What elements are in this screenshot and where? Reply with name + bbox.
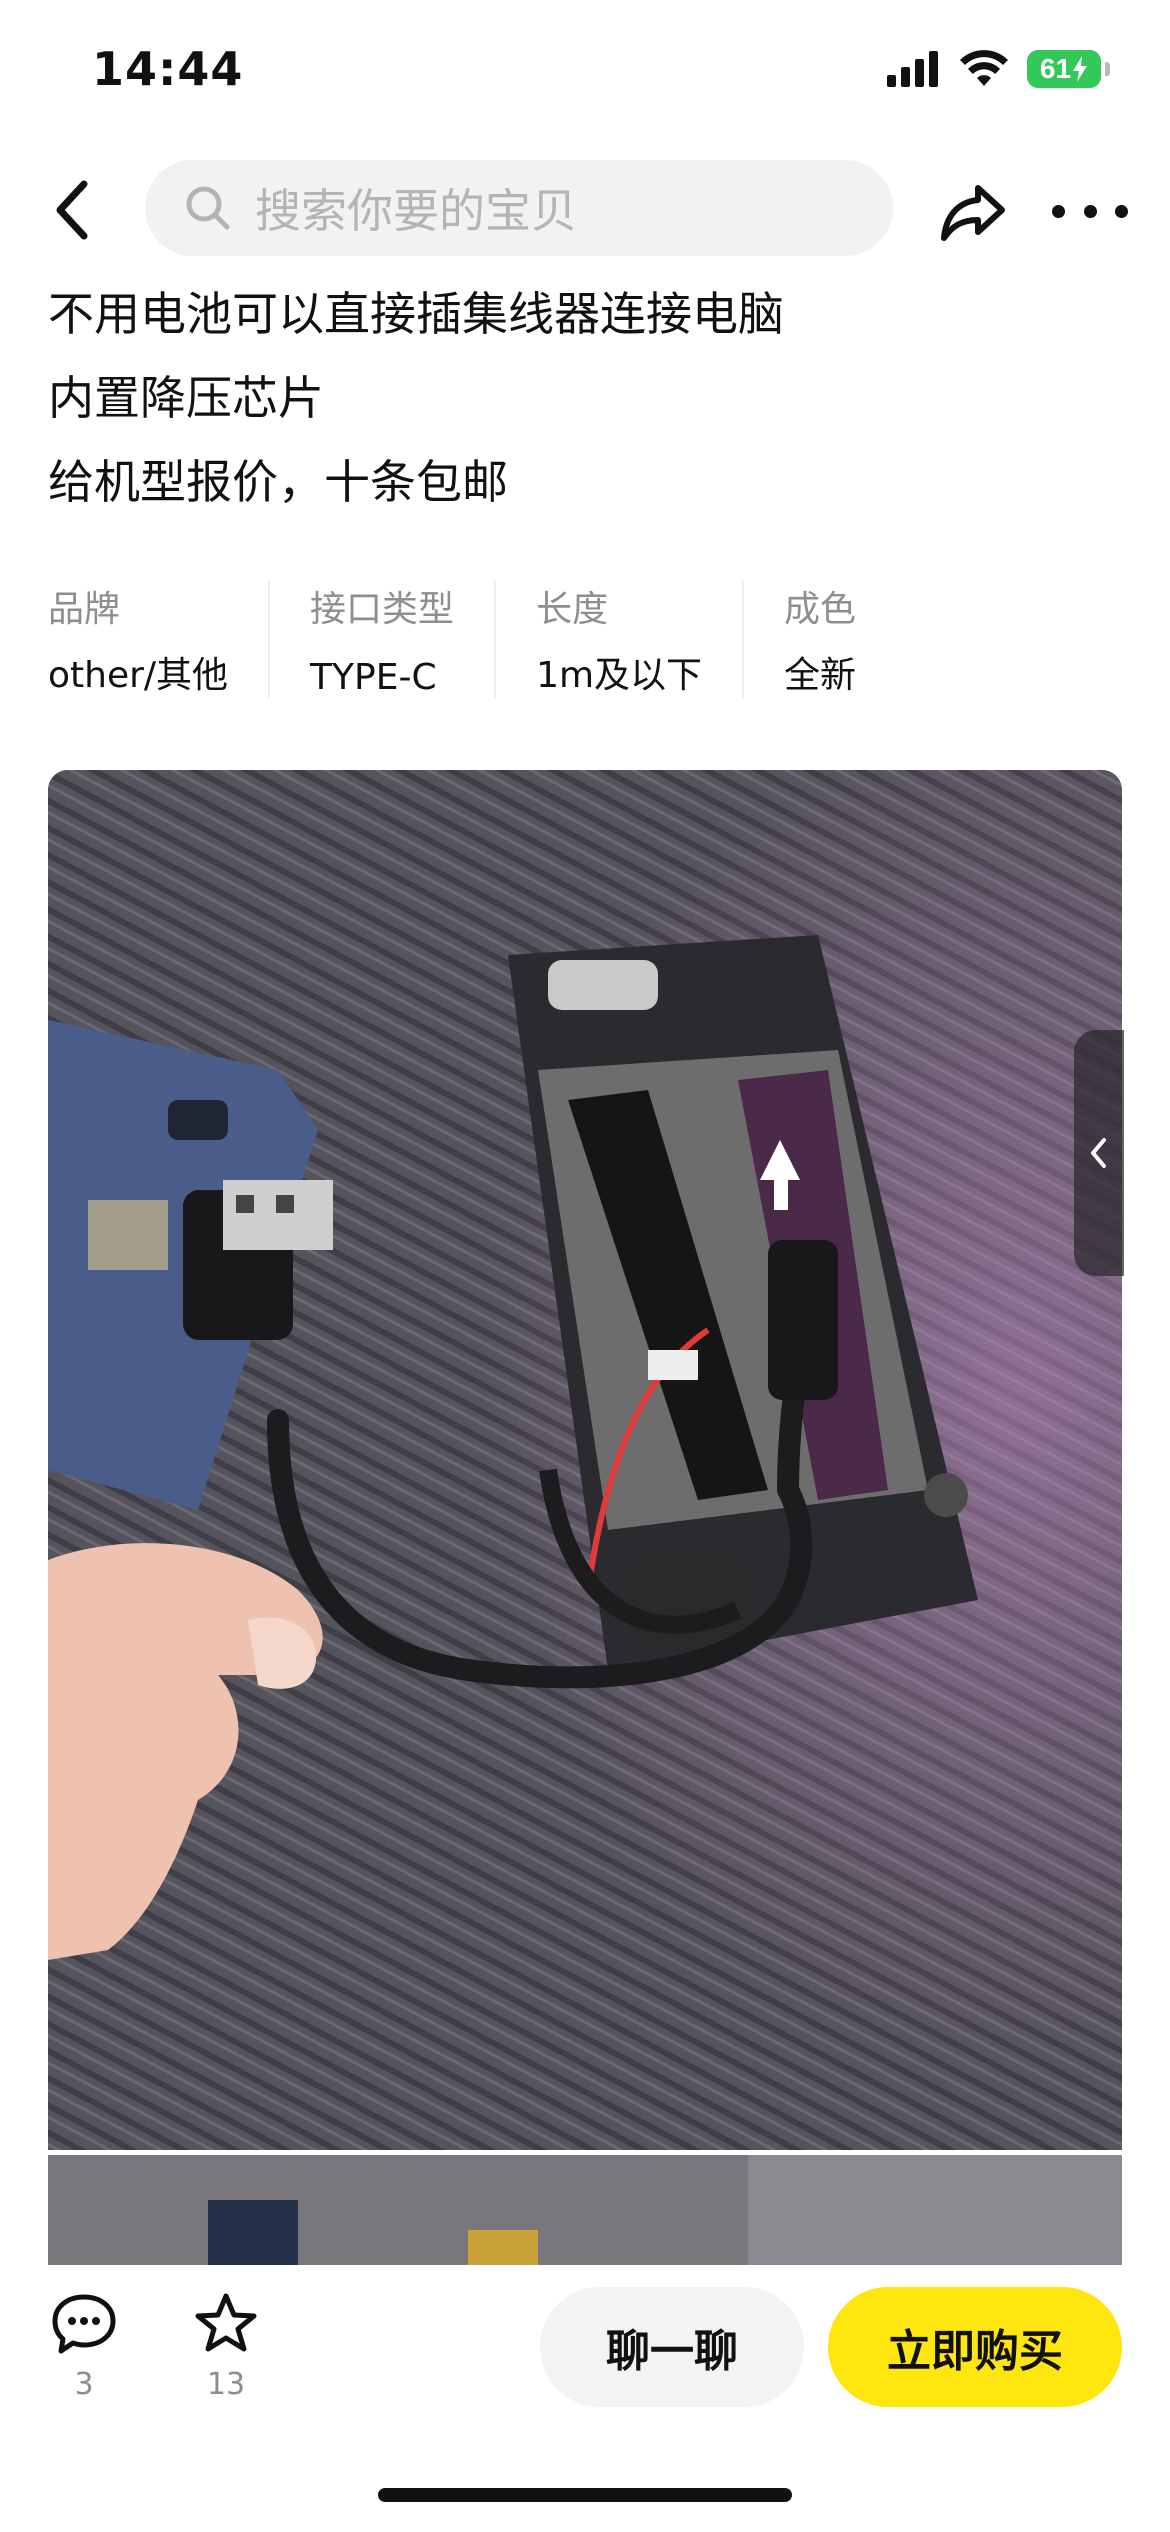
product-photo-2-illustration (48, 2155, 1122, 2265)
battery-level: 61 (1039, 53, 1072, 84)
share-icon (941, 185, 1005, 241)
item-description: 不用电池可以直接插集线器连接电脑 内置降压芯片 给机型报价，十条包邮 (48, 272, 1128, 524)
attribute-value: other/其他 (48, 655, 229, 696)
charging-bolt-icon (1073, 56, 1088, 82)
search-placeholder: 搜索你要的宝贝 (255, 184, 577, 238)
back-button[interactable] (40, 178, 104, 242)
attribute-label: 接口类型 (310, 589, 455, 630)
status-bar: 14:44 61 (0, 0, 1170, 150)
status-time: 14:44 (92, 42, 244, 96)
attribute-value: TYPE-C (310, 657, 437, 698)
share-button[interactable] (938, 176, 1008, 246)
chevron-left-icon (56, 180, 88, 240)
more-icon-dot (1115, 204, 1128, 218)
attribute-interface: 接口类型 TYPE-C (310, 580, 497, 698)
favorite-button[interactable]: 13 (176, 2291, 276, 2402)
attribute-label: 长度 (536, 589, 609, 630)
status-icons: 61 (887, 50, 1110, 88)
attribute-brand: 品牌 other/其他 (48, 580, 271, 698)
attribute-label: 品牌 (48, 589, 121, 630)
more-icon-dot (1083, 204, 1097, 218)
star-icon (195, 2293, 257, 2352)
more-button[interactable] (1052, 176, 1128, 246)
battery-tip (1105, 62, 1110, 76)
search-input[interactable]: 搜索你要的宝贝 (145, 160, 893, 256)
attribute-value: 全新 (784, 655, 857, 696)
product-photo[interactable] (48, 770, 1122, 2150)
attribute-label: 成色 (784, 589, 857, 630)
battery-indicator: 61 (1027, 50, 1101, 88)
attribute-condition: 成色 全新 (784, 580, 896, 698)
favorite-count: 13 (206, 2367, 246, 2402)
attribute-value: 1m及以下 (536, 655, 703, 696)
attribute-length: 长度 1m及以下 (536, 580, 745, 698)
buy-now-button[interactable]: 立即购买 (828, 2287, 1122, 2407)
signal-icon (887, 51, 938, 87)
gallery-toggle-button[interactable] (1074, 1030, 1124, 1276)
description-line: 不用电池可以直接插集线器连接电脑 (48, 287, 784, 341)
product-photo-illustration (48, 770, 1122, 2150)
home-indicator[interactable] (378, 2488, 792, 2502)
top-nav: 搜索你要的宝贝 (0, 150, 1170, 270)
comment-button[interactable]: 3 (34, 2291, 134, 2402)
description-line: 给机型报价，十条包邮 (48, 455, 508, 509)
more-icon (1052, 204, 1065, 218)
description-line: 内置降压芯片 (48, 371, 324, 425)
search-icon (186, 186, 230, 230)
chat-button[interactable]: 聊一聊 (540, 2287, 804, 2407)
product-photo-2[interactable] (48, 2155, 1122, 2265)
comment-count: 3 (74, 2367, 94, 2402)
chevron-left-icon (1091, 1138, 1106, 1168)
item-attributes: 品牌 other/其他 接口类型 TYPE-C 长度 1m及以下 成色 全新 (48, 580, 1128, 720)
comment-icon (52, 2294, 116, 2354)
wifi-icon (960, 50, 1008, 86)
